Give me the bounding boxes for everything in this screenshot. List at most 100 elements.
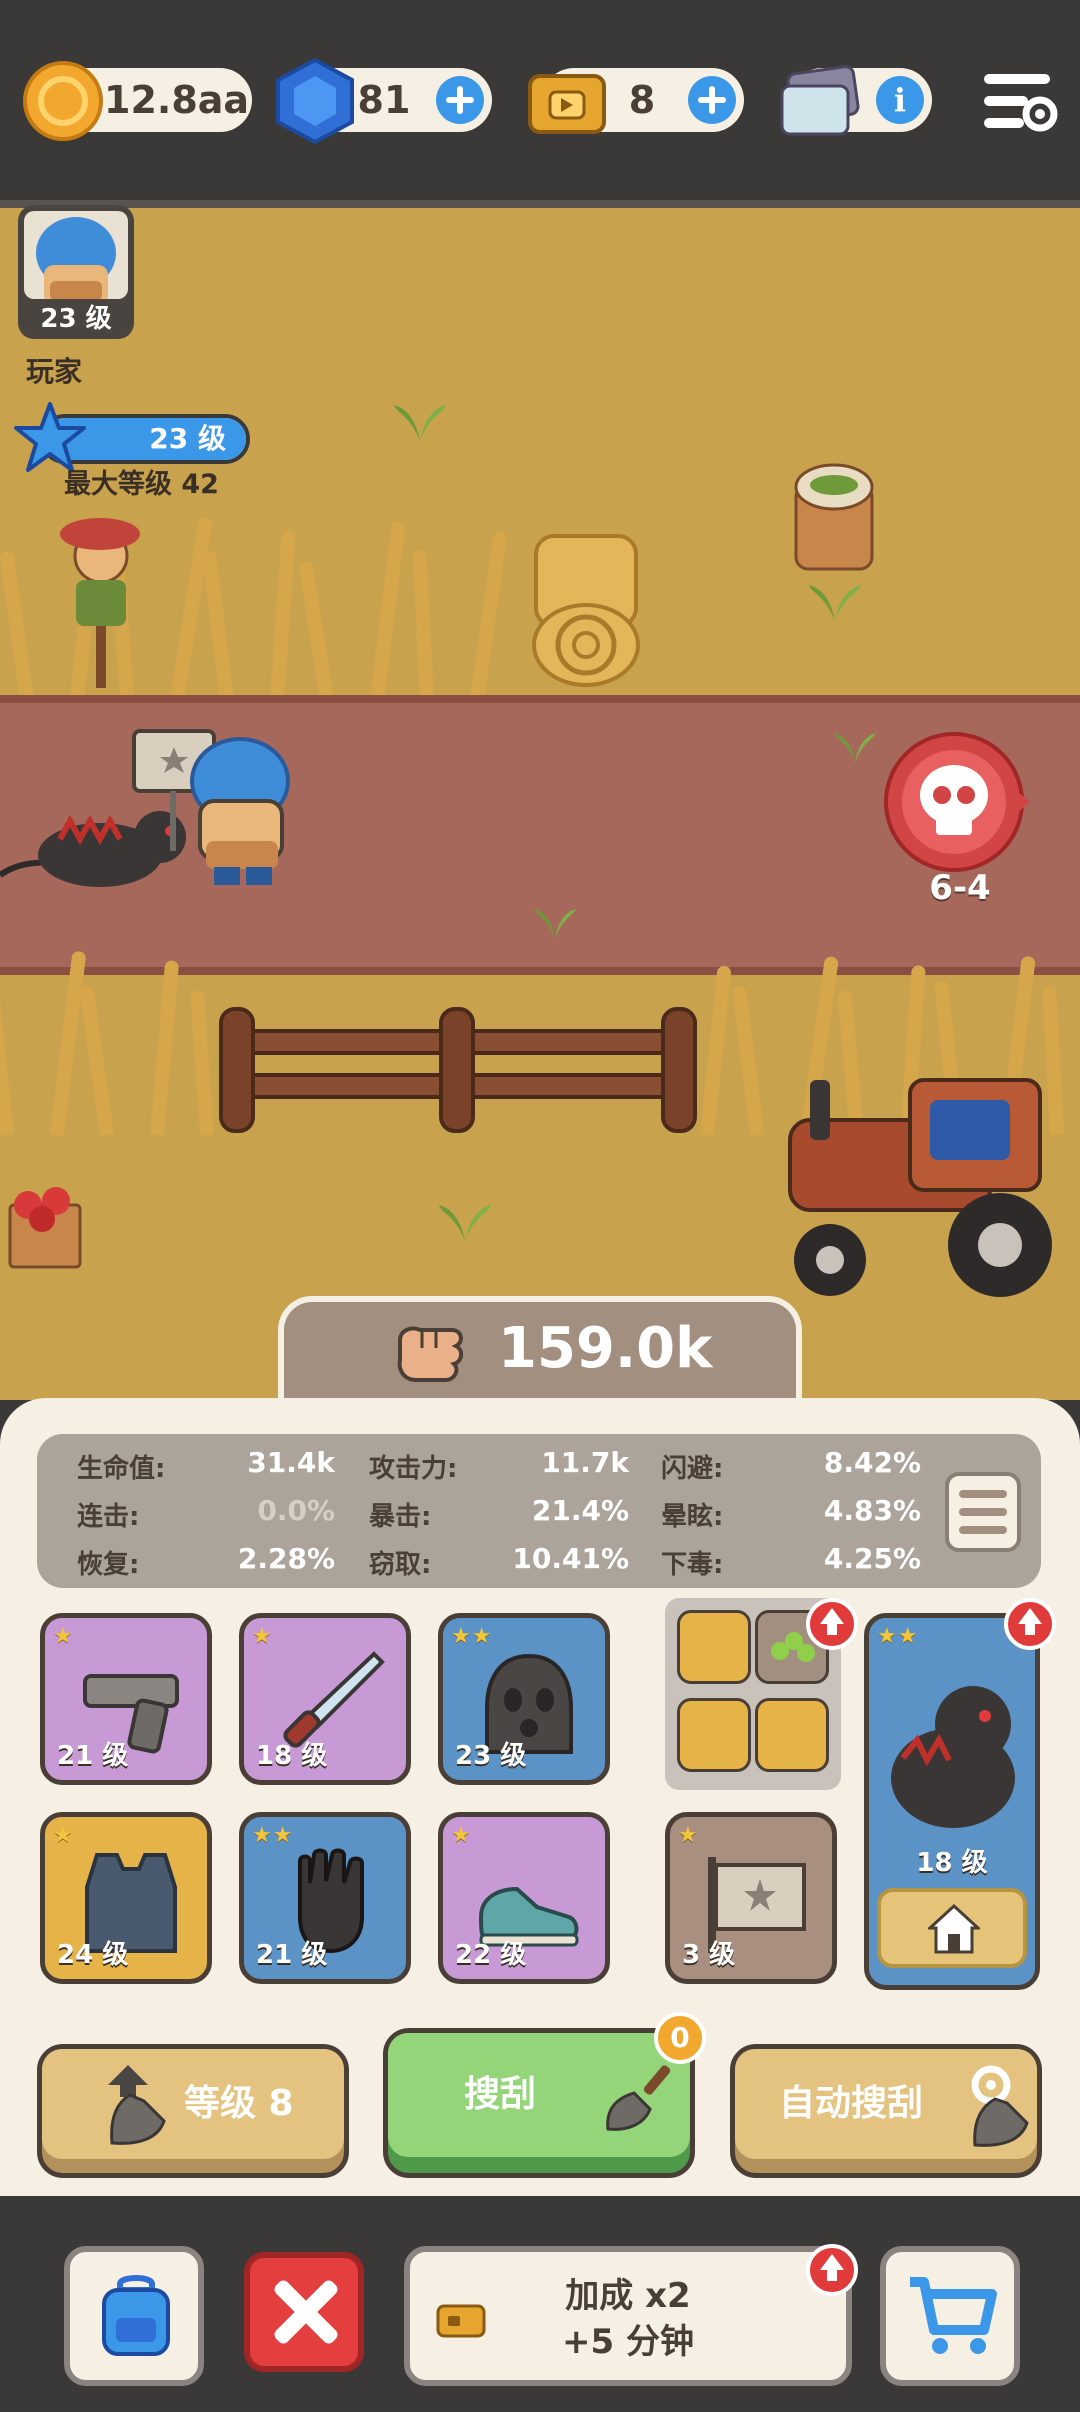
max-level-label: 最大等级 42 — [64, 469, 219, 500]
tractor — [788, 1078, 1052, 1297]
equip-level: 21 级 — [256, 1940, 328, 1970]
stat-value: 2.28% — [237, 1542, 335, 1575]
stats-detail-button[interactable] — [945, 1472, 1021, 1552]
stat-value: 4.25% — [823, 1542, 921, 1575]
sprout — [439, 1205, 491, 1241]
rarity-stars: ★ — [678, 1823, 699, 1848]
loot-button[interactable]: 搜刮 — [383, 2028, 695, 2178]
house-icon — [928, 1903, 980, 1954]
plant-sack — [794, 463, 874, 571]
settings-icon[interactable] — [980, 70, 1058, 136]
bonus-multiplier: 加成 x2 — [565, 2276, 691, 2316]
avatar — [24, 211, 128, 299]
ticket-icon — [528, 74, 606, 134]
list-icon — [959, 1490, 1007, 1534]
stage-label: 6-4 — [929, 868, 991, 908]
equip-level: 21 级 — [57, 1741, 129, 1771]
field-divider — [0, 200, 1080, 208]
skill-slot-violin-icon[interactable] — [677, 1610, 751, 1684]
level-upgrade-button[interactable]: 等级 8 — [37, 2044, 349, 2178]
shop-button[interactable] — [880, 2246, 1020, 2386]
equip-slot-shoes[interactable]: ★ 22 级 — [438, 1812, 610, 1984]
pet-card[interactable]: ★★ 18 级 — [864, 1613, 1040, 1990]
stat-label: 晕眩: — [661, 1502, 724, 1532]
pet-home-button[interactable] — [877, 1888, 1027, 1968]
close-icon — [274, 2280, 338, 2344]
hay-bale — [532, 534, 640, 687]
sprout — [834, 733, 876, 763]
loot-count-badge: 0 — [654, 2012, 706, 2064]
add-tickets-button[interactable] — [688, 76, 736, 124]
gem-icon — [276, 57, 354, 145]
stat-label: 恢复: — [77, 1550, 140, 1580]
auto-shovel-icon — [971, 2065, 1029, 2147]
equip-slot-gloves[interactable]: ★★ 21 级 — [239, 1812, 411, 1984]
currency-bar: 12.8aa 81 8 i — [0, 0, 1080, 200]
equip-level: 18 级 — [256, 1741, 328, 1771]
stat-label: 下毒: — [661, 1550, 724, 1580]
rat-pet-icon — [891, 1686, 1015, 1828]
sprout — [394, 405, 446, 441]
stat-value: 0.0% — [257, 1494, 335, 1527]
combat-power-value: 159.0k — [498, 1316, 713, 1381]
tomato-crate — [8, 1187, 82, 1269]
level-button-label: 等级 8 — [184, 2083, 294, 2124]
rarity-stars: ★★ — [877, 1624, 919, 1649]
bonus-duration: +5 分钟 — [562, 2322, 694, 2362]
upgrade-badge — [806, 2244, 858, 2296]
shovel-icon — [606, 2065, 671, 2131]
skill-slot-tower-icon[interactable] — [755, 1698, 829, 1772]
equip-slot-weapon-knife[interactable]: ★ 18 级 — [239, 1613, 411, 1785]
auto-loot-button[interactable]: 自动搜刮 — [730, 2044, 1042, 2178]
stat-value: 10.41% — [512, 1542, 629, 1575]
equip-slot-body-vest[interactable]: ★ 24 级 — [40, 1812, 212, 1984]
upgrade-badge — [1004, 1598, 1056, 1650]
stat-value: 4.83% — [823, 1494, 921, 1527]
stat-label: 生命值: — [77, 1454, 166, 1484]
gold-amount: 12.8aa — [104, 78, 250, 122]
equip-level: 23 级 — [455, 1741, 527, 1771]
player-character — [132, 729, 290, 885]
wooden-fence — [219, 1007, 697, 1133]
stat-label: 攻击力: — [369, 1454, 458, 1484]
stat-label: 暴击: — [369, 1502, 432, 1532]
bottom-nav: 加成 x2 +5 分钟 — [0, 2196, 1080, 2412]
stats-box: 生命值: 31.4k 攻击力: 11.7k 闪避: 8.42% 连击: 0.0%… — [37, 1434, 1041, 1588]
equip-slot-banner[interactable]: ★ 3 级 — [665, 1812, 837, 1984]
rarity-stars: ★ — [252, 1624, 273, 1649]
shovel-up-icon — [108, 2065, 166, 2145]
player-level: 23 级 — [40, 304, 112, 334]
stat-value: 21.4% — [531, 1494, 629, 1527]
skill-slot-grenade-icon[interactable] — [677, 1698, 751, 1772]
ticket-amount: 8 — [628, 78, 656, 122]
card-icon — [780, 65, 860, 136]
equip-slot-weapon-pistol[interactable]: ★ 21 级 — [40, 1613, 212, 1785]
boss-stage-marker[interactable] — [884, 727, 1034, 877]
close-button[interactable] — [244, 2252, 364, 2372]
upgrade-badge — [806, 1598, 858, 1650]
stat-label: 闪避: — [661, 1454, 724, 1484]
player-avatar-card[interactable]: 23 级 — [18, 205, 134, 339]
backpack-button[interactable] — [64, 2246, 204, 2386]
sprout — [809, 585, 861, 621]
auto-loot-label: 自动搜刮 — [779, 2083, 924, 2124]
scarecrow — [60, 518, 140, 688]
loot-button-label: 搜刮 — [464, 2074, 537, 2115]
character-panel: 生命值: 31.4k 攻击力: 11.7k 闪避: 8.42% 连击: 0.0%… — [0, 1398, 1080, 2198]
game-field: 6-4 — [0, 200, 1080, 1400]
card-info-button[interactable]: i — [876, 76, 924, 124]
backpack-icon — [102, 2275, 170, 2356]
stat-label: 连击: — [77, 1502, 140, 1532]
stat-value: 31.4k — [247, 1446, 335, 1479]
pet-level: 18 级 — [916, 1848, 988, 1878]
gold-coin-icon — [23, 61, 103, 141]
equip-level: 24 级 — [57, 1940, 129, 1970]
fist-icon — [397, 1326, 463, 1382]
xp-level: 23 级 — [149, 422, 226, 455]
add-gems-button[interactable] — [436, 76, 484, 124]
stat-value: 8.42% — [823, 1446, 921, 1479]
equip-slot-head-mask[interactable]: ★★ 23 级 — [438, 1613, 610, 1785]
bonus-boost-button[interactable]: 加成 x2 +5 分钟 — [404, 2246, 852, 2386]
player-name: 玩家 — [26, 355, 83, 388]
stat-value: 11.7k — [541, 1446, 629, 1479]
